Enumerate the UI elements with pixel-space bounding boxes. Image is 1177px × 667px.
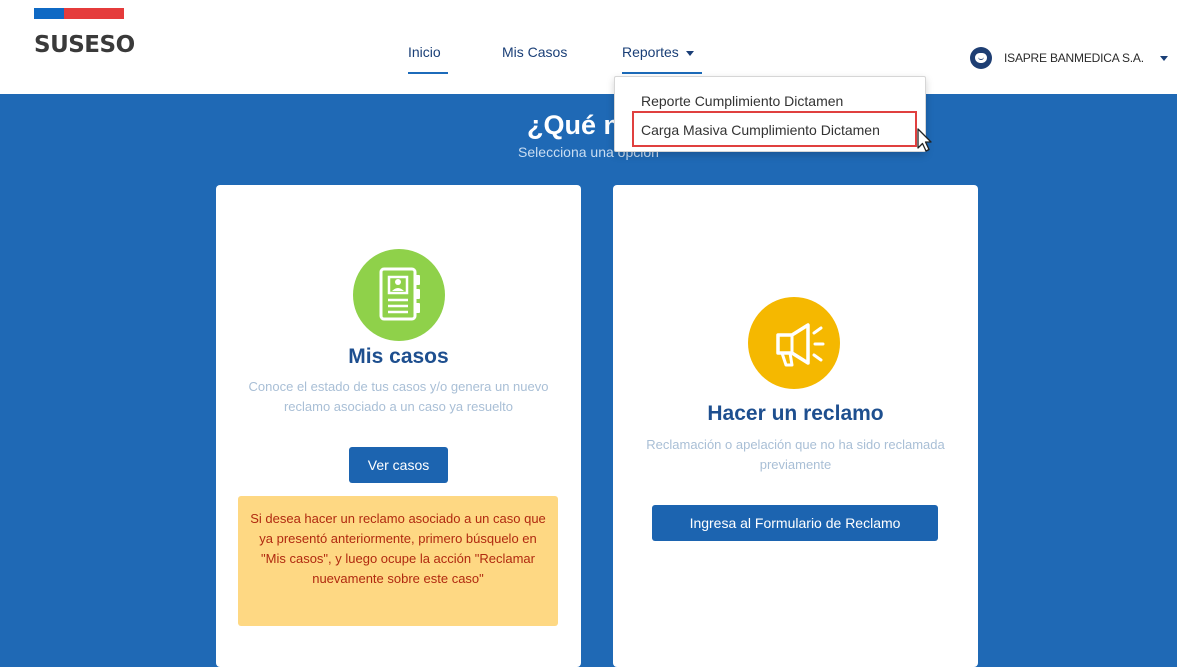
menu-item-reporte-cumplimiento[interactable]: Reporte Cumplimiento Dictamen	[641, 93, 843, 109]
card-description-reclamo: Reclamación o apelación que no ha sido r…	[646, 437, 945, 472]
card-mis-casos: Mis casos Conoce el estado de tus casos …	[216, 185, 581, 667]
card-title-mis-casos: Mis casos	[348, 345, 449, 368]
card-hacer-reclamo: Hacer un reclamo Reclamación o apelación…	[613, 185, 978, 667]
megaphone-icon	[748, 297, 840, 389]
user-menu[interactable]: ISAPRE BANMEDICA S.A.	[970, 47, 1168, 69]
formulario-reclamo-button[interactable]: Ingresa al Formulario de Reclamo	[652, 505, 938, 541]
flag-red	[64, 8, 124, 19]
user-face-icon	[970, 47, 992, 69]
header: SUSESO Inicio Mis Casos Reportes ISAPRE …	[0, 0, 1177, 94]
nav-reportes-label: Reportes	[622, 44, 679, 60]
notice-box: Si desea hacer un reclamo asociado a un …	[238, 496, 558, 626]
nav-mis-casos[interactable]: Mis Casos	[502, 44, 567, 74]
flag-blue	[34, 8, 64, 19]
main-section: ¿Qué nec Selecciona una opción Mis casos…	[0, 94, 1177, 667]
flag-stripe	[34, 8, 124, 19]
card-title-hacer-reclamo: Hacer un reclamo	[707, 402, 884, 425]
ver-casos-button[interactable]: Ver casos	[349, 447, 448, 483]
folder-document-icon	[353, 249, 445, 341]
nav-reportes[interactable]: Reportes	[622, 44, 702, 74]
mouse-pointer-icon	[917, 128, 932, 152]
caret-down-icon	[686, 51, 694, 56]
page-title: ¿Qué nec	[526, 110, 651, 140]
logo[interactable]: SUSESO	[34, 32, 135, 58]
page-subtitle: Selecciona una opción	[518, 144, 659, 160]
nav-inicio[interactable]: Inicio	[408, 44, 448, 74]
menu-item-carga-masiva[interactable]: Carga Masiva Cumplimiento Dictamen	[641, 122, 880, 138]
user-name: ISAPRE BANMEDICA S.A.	[1004, 51, 1144, 65]
caret-down-icon	[1159, 55, 1168, 61]
reportes-dropdown-menu: Reporte Cumplimiento Dictamen Carga Masi…	[614, 76, 926, 152]
card-description-mis-casos: Conoce el estado de tus casos y/o genera…	[248, 379, 549, 414]
